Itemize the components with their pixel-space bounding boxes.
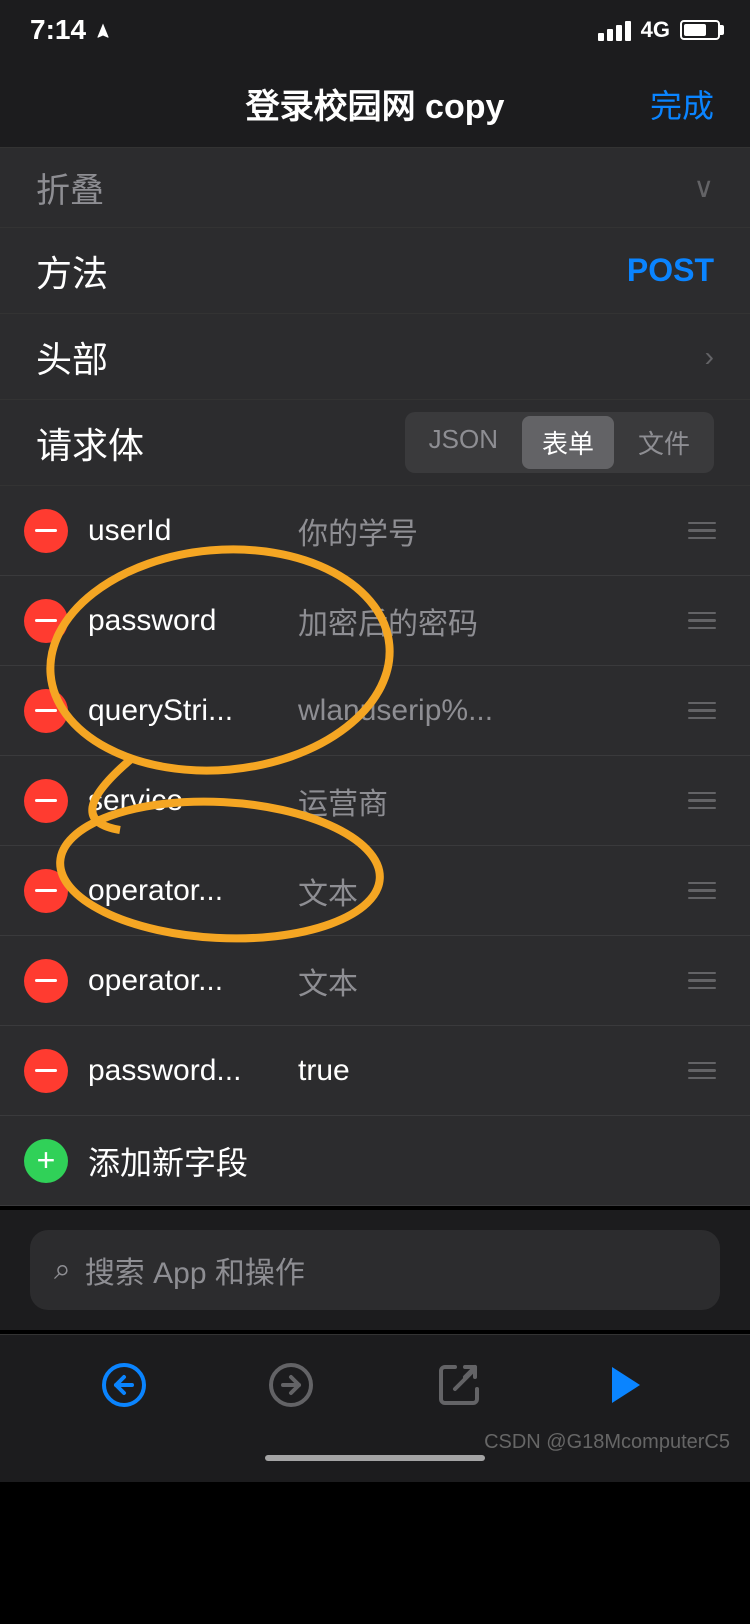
tab-file[interactable]: 文件 bbox=[618, 416, 710, 469]
table-row[interactable]: operator... 文本 bbox=[0, 846, 750, 936]
field-value: 加密后的密码 bbox=[288, 599, 678, 643]
table-row[interactable]: password 加密后的密码 bbox=[0, 576, 750, 666]
drag-handle-icon[interactable] bbox=[678, 692, 726, 730]
minus-button[interactable] bbox=[24, 869, 68, 913]
fold-label: 折叠 bbox=[36, 163, 104, 212]
forward-button[interactable] bbox=[256, 1350, 326, 1420]
field-value: wlanuserip%... bbox=[288, 694, 678, 728]
done-button[interactable]: 完成 bbox=[650, 81, 714, 127]
fold-section[interactable]: 折叠 ∨ bbox=[0, 148, 750, 228]
search-icon: ⌕ bbox=[54, 1253, 71, 1287]
body-type-tabs[interactable]: JSON 表单 文件 bbox=[405, 412, 714, 473]
add-field-label: 添加新字段 bbox=[88, 1138, 248, 1184]
table-row[interactable]: password... true bbox=[0, 1026, 750, 1116]
share-button[interactable] bbox=[424, 1350, 494, 1420]
minus-button[interactable] bbox=[24, 1049, 68, 1093]
status-icons: 4G bbox=[598, 17, 720, 43]
bottom-toolbar bbox=[0, 1334, 750, 1434]
play-button[interactable] bbox=[591, 1350, 661, 1420]
field-value: 文本 bbox=[288, 959, 678, 1003]
field-value: true bbox=[288, 1054, 678, 1088]
network-label: 4G bbox=[641, 17, 670, 43]
tab-json[interactable]: JSON bbox=[409, 416, 518, 469]
navigation-bar: 登录校园网 copy 完成 bbox=[0, 60, 750, 148]
nav-title: 登录校园网 copy bbox=[246, 79, 505, 128]
drag-handle-icon[interactable] bbox=[678, 1052, 726, 1090]
drag-handle-icon[interactable] bbox=[678, 512, 726, 550]
method-row[interactable]: 方法 POST bbox=[0, 228, 750, 314]
field-value: 文本 bbox=[288, 869, 678, 913]
home-bar bbox=[265, 1455, 485, 1461]
search-placeholder: 搜索 App 和操作 bbox=[85, 1248, 305, 1292]
minus-button[interactable] bbox=[24, 779, 68, 823]
field-name: queryStri... bbox=[88, 694, 288, 728]
method-label: 方法 bbox=[36, 245, 108, 297]
minus-button[interactable] bbox=[24, 689, 68, 733]
status-time: 7:14 bbox=[30, 14, 86, 46]
field-name: password bbox=[88, 604, 288, 638]
request-body-label: 请求体 bbox=[36, 417, 144, 469]
header-label: 头部 bbox=[36, 331, 108, 383]
drag-handle-icon[interactable] bbox=[678, 872, 726, 910]
signal-icon bbox=[598, 19, 631, 41]
search-area: ⌕ 搜索 App 和操作 bbox=[0, 1210, 750, 1330]
drag-handle-icon[interactable] bbox=[678, 962, 726, 1000]
field-name: operator... bbox=[88, 964, 288, 998]
table-row[interactable]: operator... 文本 bbox=[0, 936, 750, 1026]
drag-handle-icon[interactable] bbox=[678, 602, 726, 640]
table-row[interactable]: service 运营商 bbox=[0, 756, 750, 846]
add-field-row[interactable]: 添加新字段 bbox=[0, 1116, 750, 1206]
chevron-right-icon: › bbox=[705, 341, 714, 373]
minus-button[interactable] bbox=[24, 599, 68, 643]
table-row[interactable]: userId 你的学号 bbox=[0, 486, 750, 576]
battery-icon bbox=[680, 20, 720, 40]
status-bar: 7:14 4G bbox=[0, 0, 750, 60]
field-list: userId 你的学号 password 加密后的密码 queryStri...… bbox=[0, 486, 750, 1206]
minus-button[interactable] bbox=[24, 509, 68, 553]
field-name: service bbox=[88, 784, 288, 818]
tab-form[interactable]: 表单 bbox=[522, 416, 614, 469]
field-name: userId bbox=[88, 514, 288, 548]
location-icon bbox=[94, 22, 112, 40]
header-row[interactable]: 头部 › bbox=[0, 314, 750, 400]
table-row[interactable]: queryStri... wlanuserip%... bbox=[0, 666, 750, 756]
watermark: CSDN @G18McomputerC5 bbox=[484, 1431, 730, 1454]
field-value: 你的学号 bbox=[288, 509, 678, 553]
field-value: 运营商 bbox=[288, 779, 678, 823]
request-body-header: 请求体 JSON 表单 文件 bbox=[0, 400, 750, 486]
drag-handle-icon[interactable] bbox=[678, 782, 726, 820]
plus-button[interactable] bbox=[24, 1139, 68, 1183]
field-name: password... bbox=[88, 1054, 288, 1088]
method-value: POST bbox=[627, 252, 714, 289]
search-bar[interactable]: ⌕ 搜索 App 和操作 bbox=[30, 1230, 720, 1310]
chevron-down-icon: ∨ bbox=[694, 171, 715, 204]
minus-button[interactable] bbox=[24, 959, 68, 1003]
back-button[interactable] bbox=[89, 1350, 159, 1420]
field-name: operator... bbox=[88, 874, 288, 908]
